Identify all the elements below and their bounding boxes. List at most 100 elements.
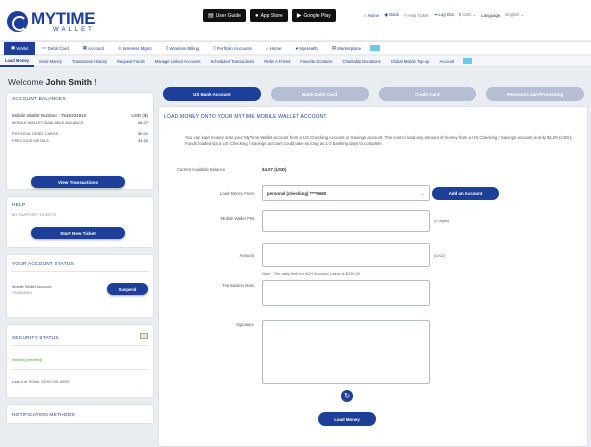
available-balance-value: $4.07 — [138, 120, 148, 125]
pin-input[interactable] — [262, 210, 430, 232]
add-account-button[interactable]: Add an Account — [432, 187, 499, 200]
tab-us-bank-account[interactable]: US Bank Account — [163, 87, 261, 101]
amount-input[interactable] — [262, 243, 430, 267]
wallet-account-label: Mobile Wallet Account: — [12, 284, 53, 289]
language-label: Language — [481, 12, 501, 18]
nav-myhealth-label: MyHealth — [299, 45, 318, 51]
support-tickets-label[interactable]: MY SUPPORT TICKETS — [12, 212, 56, 217]
subnav-favorite-contacts[interactable]: Favorite Contacts — [295, 56, 337, 67]
logo-subtitle: WALLET — [53, 26, 95, 33]
subnav-account[interactable]: Account — [434, 56, 459, 67]
top-header: MYTIME WALLET ▤ User Guide ● App Store ▶… — [0, 0, 591, 40]
nav-wallet[interactable]: ▣ Wallet — [4, 41, 36, 55]
balance-label: Current Available Balance — [177, 167, 226, 172]
load-money-button[interactable]: Load Money — [318, 412, 376, 426]
form-title: LOAD MONEY ONTO YOUR MYTIME MOBILE WALLE… — [164, 114, 327, 120]
transaction-note-input[interactable] — [262, 280, 430, 306]
load-from-label: Load Money From — [220, 191, 254, 196]
debit-cards-row: PHYSICAL DEBIT CARDS $0.00 — [12, 130, 148, 137]
refresh-signature-icon[interactable]: ↻ — [341, 390, 353, 402]
language-select[interactable]: English ⌄ — [505, 12, 524, 18]
language-value: English — [505, 12, 520, 17]
subnav-charitable-donations[interactable]: Charitable Donations — [338, 56, 386, 67]
load-from-select[interactable]: personal (checking) ****5660 ⌄ — [262, 185, 430, 201]
app-store-button[interactable]: ● App Store — [249, 9, 288, 22]
account-status-title: YOUR ACCOUNT STATUS — [12, 262, 74, 267]
available-balance-row: MOBILE WALLET AVAILABLE BALANCE $4.07 — [12, 119, 148, 126]
tab-credit-card[interactable]: Credit Card — [378, 87, 477, 101]
subnav-refer-a-friend[interactable]: Refer A Friend — [259, 56, 295, 67]
wallet-number-row: Mobile Wallet Number : 7548331910 USD ($… — [12, 112, 148, 119]
pin-label: Mobile Wallet PIN — [220, 216, 254, 221]
app-logo[interactable]: MYTIME WALLET — [7, 7, 96, 35]
payment-method-tabs: US Bank Account Bank Debit Card Credit C… — [163, 87, 584, 101]
nav-wireless-mgmt[interactable]: ◬ Wireless Mgmt — [111, 42, 159, 55]
nav-marketplace-label: Marketplace — [337, 45, 362, 51]
amount-note: Note : The daily limit for ACH Account L… — [262, 271, 361, 276]
nav-wireless-mgmt-label: Wireless Mgmt — [122, 45, 152, 51]
last-ssn-text: Last 4 of SSN#: XXXX-XX-3099 — [12, 379, 69, 384]
play-icon: ▶ — [296, 13, 302, 19]
security-status-title: SECURITY STATUS — [12, 336, 59, 341]
chevron-down-icon: ⌄ — [420, 191, 424, 196]
account-balances-title: ACCOUNT BALANCES — [12, 97, 66, 102]
back-link[interactable]: ◉ Back — [384, 12, 399, 18]
view-transactions-button[interactable]: View Transactions — [31, 176, 125, 188]
home-link-label: Home — [367, 12, 380, 18]
notification-methods-title: NOTIFICATION METHODS — [12, 413, 75, 418]
flag-icon — [463, 58, 473, 64]
precious-metals-label: PRECIOUS METALS — [12, 138, 49, 143]
suspend-button[interactable]: Suspend — [107, 283, 148, 295]
home-link[interactable]: ⌂ Home — [364, 13, 379, 18]
precious-metals-value[interactable]: $1.55 — [138, 137, 148, 144]
help-ticket-link[interactable]: ? Help Ticket — [404, 13, 429, 18]
subnav-scheduled-transactions[interactable]: Scheduled Transactions — [206, 56, 260, 67]
transaction-note-label: Transaction Note — [222, 283, 254, 288]
debit-cards-value[interactable]: $0.00 — [138, 130, 148, 137]
welcome-suffix: ! — [94, 77, 97, 87]
user-name: John Smith — [45, 77, 92, 87]
nav-wireless-billing[interactable]: ▯ Wireless Billing — [159, 42, 206, 55]
tab-personal-loan-processing[interactable]: Personal Loan Processing — [486, 87, 584, 101]
nav-wallet-label: Wallet — [16, 45, 29, 51]
subnav-global-mobile-topup[interactable]: Global Mobile Top-up — [386, 56, 435, 67]
load-from-value: personal (checking) ****5660 — [267, 191, 327, 196]
nav-myhealth[interactable]: ♥ MyHealth — [288, 42, 324, 55]
user-guide-label: User Guide — [215, 12, 241, 19]
nav-account[interactable]: ▦ Account — [76, 42, 111, 55]
subnav-request-funds[interactable]: Request Funds — [112, 56, 150, 67]
wallet-number-label: Mobile Wallet Number : 7548331910 — [12, 113, 87, 118]
nav-marketplace[interactable]: ▤ Marketplace — [325, 42, 368, 55]
wallet-currency: USD ($) — [131, 113, 148, 118]
google-play-button[interactable]: ▶ Google Play — [291, 9, 336, 22]
logout-link[interactable]: ⇥ Log Out — [434, 12, 454, 18]
subnav-send-money[interactable]: Send Money — [34, 56, 67, 67]
signature-pad[interactable] — [262, 320, 430, 384]
help-ticket-label: Help Ticket — [407, 12, 429, 18]
user-guide-button[interactable]: ▤ User Guide — [203, 9, 246, 22]
currency-select[interactable]: $ USD ⌄ — [459, 12, 476, 18]
form-description: You can load money onto your MyTime Wall… — [185, 135, 573, 146]
logo-title: MYTIME — [31, 8, 96, 28]
nav-portfolio-accounts[interactable]: ▯ Portfolio Accounts — [206, 42, 259, 55]
subnav-manage-linked-accounts[interactable]: Manage Linked Accounts — [150, 56, 206, 67]
nav-home[interactable]: ⌂ Home — [259, 42, 289, 55]
pin-hint: (4 digits) — [434, 218, 450, 223]
nav-debit-card[interactable]: ▭ Debit Card — [35, 42, 75, 55]
signature-label: Signature — [236, 322, 254, 327]
notification-methods-panel: NOTIFICATION METHODS — [6, 404, 154, 424]
welcome-message: Welcome John Smith ! — [6, 72, 154, 92]
logout-label: Log Out — [438, 12, 454, 17]
logo-mark-icon — [7, 10, 28, 32]
subnav-transaction-history[interactable]: Transaction History — [67, 56, 112, 67]
debit-cards-label: PHYSICAL DEBIT CARDS — [12, 131, 59, 136]
apple-icon: ● — [254, 12, 259, 19]
subnav-load-money[interactable]: Load Money — [0, 56, 34, 67]
wallet-account-value: 754833910 — [12, 290, 33, 295]
google-play-label: Google Play — [303, 12, 331, 19]
welcome-prefix: Welcome — [8, 77, 44, 87]
security-status-text: existing (verified) — [12, 357, 43, 362]
flag-icon — [370, 45, 381, 51]
start-new-ticket-button[interactable]: Start New Ticket — [31, 227, 125, 239]
tab-bank-debit-card[interactable]: Bank Debit Card — [270, 87, 369, 101]
